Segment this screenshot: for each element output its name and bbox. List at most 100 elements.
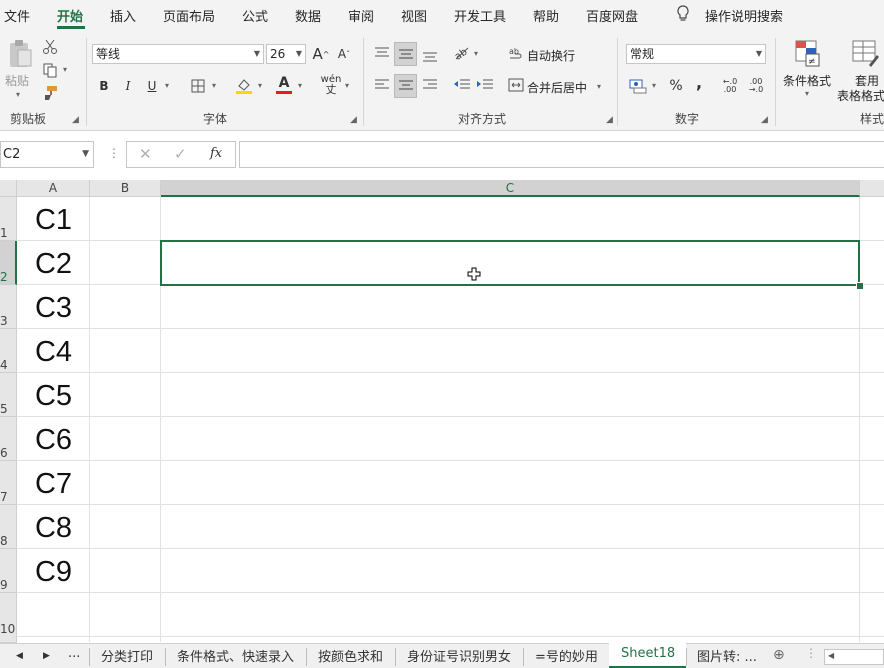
- row-header-6[interactable]: 6: [0, 417, 17, 461]
- name-box[interactable]: C2 ▼: [0, 141, 94, 168]
- menu-baidu-netdisk[interactable]: 百度网盘: [586, 6, 638, 25]
- more-options-icon[interactable]: ⋮: [805, 646, 817, 660]
- font-color-icon[interactable]: A: [274, 74, 294, 96]
- conditional-format-dropdown-icon[interactable]: ▾: [805, 89, 809, 98]
- format-as-table-icon[interactable]: [850, 38, 880, 68]
- more-options-icon[interactable]: ⋮: [108, 146, 120, 160]
- sheet-tab[interactable]: 按颜色求和: [318, 646, 383, 665]
- percent-button[interactable]: %: [666, 76, 686, 96]
- cell-a9[interactable]: C9: [18, 550, 89, 594]
- font-color-dropdown-icon[interactable]: ▾: [298, 81, 302, 90]
- number-format-select[interactable]: 常规 ▼: [626, 44, 766, 64]
- cell-a6[interactable]: C6: [18, 418, 89, 462]
- row-header-1[interactable]: 1: [0, 197, 17, 241]
- sheet-tab[interactable]: =号的妙用: [535, 646, 598, 665]
- sheet-tab[interactable]: 分类打印: [101, 646, 153, 665]
- increase-decimal-icon[interactable]: ←.0.00: [719, 76, 741, 96]
- conditional-format-label[interactable]: 条件格式: [783, 72, 831, 89]
- menu-file[interactable]: 文件: [4, 6, 30, 25]
- menu-help[interactable]: 帮助: [533, 6, 559, 25]
- clipboard-launcher-icon[interactable]: ◢: [72, 115, 79, 125]
- sheet-tab[interactable]: 条件格式、快速录入: [177, 646, 294, 665]
- scroll-left-icon[interactable]: ◀: [828, 651, 834, 660]
- menu-data[interactable]: 数据: [295, 6, 321, 25]
- insert-function-icon[interactable]: fx: [210, 146, 222, 161]
- column-header-next[interactable]: [860, 180, 884, 197]
- fill-handle[interactable]: [856, 282, 864, 290]
- increase-font-icon[interactable]: A ^: [312, 44, 330, 64]
- italic-button[interactable]: I: [120, 76, 136, 96]
- row-header-4[interactable]: 4: [0, 329, 17, 373]
- selected-cell-c2[interactable]: [160, 240, 860, 286]
- cell-a3[interactable]: C3: [18, 286, 89, 330]
- accounting-dropdown-icon[interactable]: ▾: [652, 81, 656, 90]
- align-left-icon[interactable]: [371, 74, 393, 96]
- align-top-icon[interactable]: [371, 42, 393, 64]
- phonetic-guide-icon[interactable]: wén 丈: [320, 74, 342, 96]
- font-name-select[interactable]: 等线 ▼: [92, 44, 264, 64]
- align-center-icon[interactable]: [394, 74, 417, 98]
- column-header-a[interactable]: A: [17, 180, 90, 197]
- align-bottom-icon[interactable]: [419, 44, 441, 66]
- cell-a8[interactable]: C8: [18, 506, 89, 550]
- underline-button[interactable]: U: [144, 76, 160, 96]
- row-header-7[interactable]: 7: [0, 461, 17, 505]
- wrap-text-icon[interactable]: ab: [508, 44, 524, 64]
- wrap-text-label[interactable]: 自动换行: [527, 47, 575, 64]
- menu-review[interactable]: 审阅: [348, 6, 374, 25]
- formula-input[interactable]: [239, 141, 884, 168]
- paste-dropdown-icon[interactable]: ▾: [16, 90, 20, 99]
- tell-me-search[interactable]: 操作说明搜索: [705, 6, 783, 25]
- add-sheet-icon[interactable]: ⊕: [773, 647, 785, 663]
- decrease-font-icon[interactable]: Aˇ: [335, 44, 353, 64]
- accounting-format-icon[interactable]: [628, 76, 648, 96]
- decrease-indent-icon[interactable]: [451, 74, 473, 96]
- copy-dropdown-icon[interactable]: ▾: [63, 65, 67, 74]
- paste-icon[interactable]: [6, 38, 34, 70]
- row-header-5[interactable]: 5: [0, 373, 17, 417]
- font-size-select[interactable]: 26 ▼: [266, 44, 306, 64]
- menu-page-layout[interactable]: 页面布局: [163, 6, 215, 25]
- menu-developer[interactable]: 开发工具: [454, 6, 506, 25]
- format-painter-icon[interactable]: [41, 84, 59, 102]
- fill-color-dropdown-icon[interactable]: ▾: [258, 81, 262, 90]
- scroll-right-icon[interactable]: ▶: [43, 651, 50, 661]
- conditional-format-icon[interactable]: ≠: [793, 38, 823, 68]
- orientation-dropdown-icon[interactable]: ▾: [474, 49, 478, 58]
- select-all-corner[interactable]: [0, 180, 17, 197]
- sheet-tab-active[interactable]: Sheet18: [621, 646, 675, 661]
- menu-formulas[interactable]: 公式: [242, 6, 268, 25]
- column-header-b[interactable]: B: [90, 180, 161, 197]
- cell-a2[interactable]: C2: [18, 242, 89, 286]
- cell-a7[interactable]: C7: [18, 462, 89, 506]
- cell-a1[interactable]: C1: [18, 198, 89, 242]
- font-launcher-icon[interactable]: ◢: [350, 115, 357, 125]
- format-as-table-label-2[interactable]: 表格格式: [837, 87, 884, 104]
- cancel-icon[interactable]: ✕: [139, 145, 152, 163]
- cell-a4[interactable]: C4: [18, 330, 89, 374]
- alignment-launcher-icon[interactable]: ◢: [606, 115, 613, 125]
- horizontal-scrollbar[interactable]: ◀: [824, 649, 884, 665]
- bold-button[interactable]: B: [96, 76, 112, 96]
- scroll-left-icon[interactable]: ◀: [16, 651, 23, 661]
- align-middle-icon[interactable]: [394, 42, 417, 66]
- underline-dropdown-icon[interactable]: ▾: [165, 81, 169, 90]
- decrease-decimal-icon[interactable]: .00 →.0: [745, 76, 767, 96]
- row-header-3[interactable]: 3: [0, 285, 17, 329]
- increase-indent-icon[interactable]: [474, 74, 496, 96]
- paste-label[interactable]: 粘贴: [5, 72, 29, 89]
- row-header-8[interactable]: 8: [0, 505, 17, 549]
- align-right-icon[interactable]: [419, 74, 441, 96]
- number-launcher-icon[interactable]: ◢: [761, 115, 768, 125]
- merge-center-icon[interactable]: [507, 76, 525, 94]
- fill-color-icon[interactable]: [234, 76, 254, 96]
- orientation-icon[interactable]: ab: [451, 42, 473, 64]
- copy-icon[interactable]: [41, 61, 59, 79]
- border-dropdown-icon[interactable]: ▾: [212, 81, 216, 90]
- border-icon[interactable]: [189, 76, 207, 96]
- cut-icon[interactable]: [41, 38, 59, 56]
- row-header-10[interactable]: 10: [0, 593, 17, 643]
- merge-dropdown-icon[interactable]: ▾: [597, 82, 601, 91]
- comma-button[interactable]: ,: [692, 72, 706, 92]
- column-header-c[interactable]: C: [161, 180, 860, 197]
